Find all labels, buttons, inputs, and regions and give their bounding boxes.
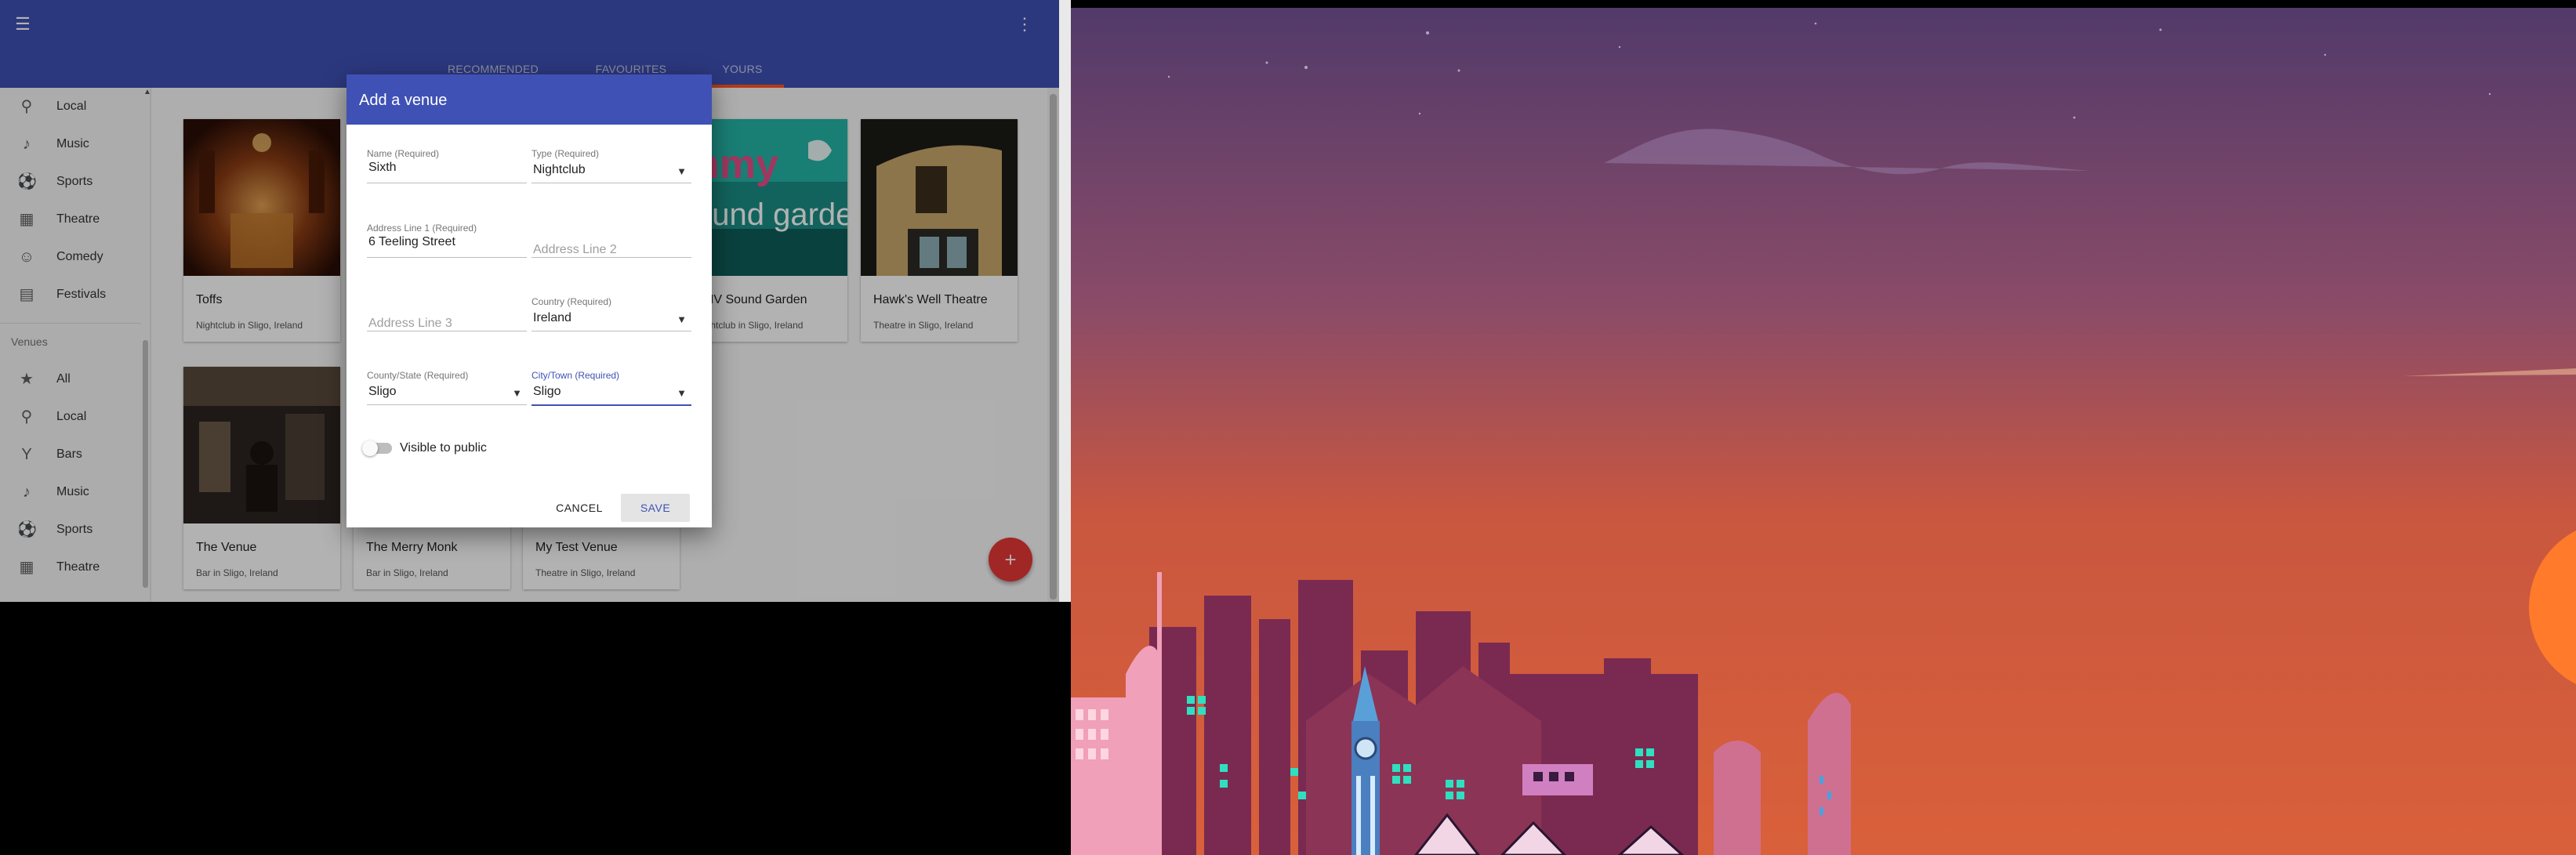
city-value[interactable]: Sligo [533, 385, 561, 399]
type-value[interactable]: Nightclub [533, 163, 586, 177]
country-value[interactable]: Ireland [533, 311, 571, 325]
dialog-title: Add a venue [359, 92, 448, 109]
name-label: Name (Required) [367, 148, 440, 159]
address-line-3-field[interactable]: Address Line 3 [367, 296, 527, 331]
type-select[interactable]: Type (Required) Nightclub ▼ [532, 148, 691, 183]
city-label: City/Town (Required) [532, 370, 620, 381]
save-button[interactable]: SAVE [621, 494, 690, 522]
dropdown-arrow-icon[interactable]: ▼ [512, 387, 522, 399]
dialog-header: Add a venue [346, 74, 712, 125]
add-venue-dialog: Add a venue Name (Required) Sixth Type (… [346, 74, 712, 527]
city-select[interactable]: City/Town (Required) Sligo ▼ [532, 370, 691, 406]
address-line-2-field[interactable]: Address Line 2 [532, 223, 691, 258]
visible-toggle-label: Visible to public [400, 441, 487, 455]
venue-app-window: ☰ ⋮ RECOMMENDED FAVOURITES YOURS Toffs N… [0, 0, 1071, 602]
cancel-button[interactable]: CANCEL [549, 494, 610, 522]
address-line-1-label: Address Line 1 (Required) [367, 223, 477, 234]
county-label: County/State (Required) [367, 370, 469, 381]
dropdown-arrow-icon[interactable]: ▼ [677, 313, 687, 325]
underline [532, 404, 691, 406]
name-value[interactable]: Sixth [368, 161, 397, 175]
address-line-1-value[interactable]: 6 Teeling Street [368, 235, 455, 249]
dropdown-arrow-icon[interactable]: ▼ [677, 387, 687, 399]
type-label: Type (Required) [532, 148, 600, 159]
underline [367, 257, 527, 258]
dropdown-arrow-icon[interactable]: ▼ [677, 165, 687, 177]
address-line-3-placeholder[interactable]: Address Line 3 [368, 317, 452, 331]
visible-toggle-thumb[interactable] [362, 440, 378, 456]
county-select[interactable]: County/State (Required) Sligo ▼ [367, 370, 527, 405]
country-label: Country (Required) [532, 296, 612, 307]
address-line-2-placeholder[interactable]: Address Line 2 [533, 243, 617, 257]
country-select[interactable]: Country (Required) Ireland ▼ [532, 296, 691, 331]
name-field[interactable]: Name (Required) Sixth [367, 148, 527, 183]
underline [532, 257, 691, 258]
underline [367, 404, 527, 405]
city-sunset-illustration [1071, 0, 2576, 855]
desktop-wallpaper [1071, 0, 2576, 855]
address-line-1-field[interactable]: Address Line 1 (Required) 6 Teeling Stre… [367, 223, 527, 258]
county-value[interactable]: Sligo [368, 385, 397, 399]
